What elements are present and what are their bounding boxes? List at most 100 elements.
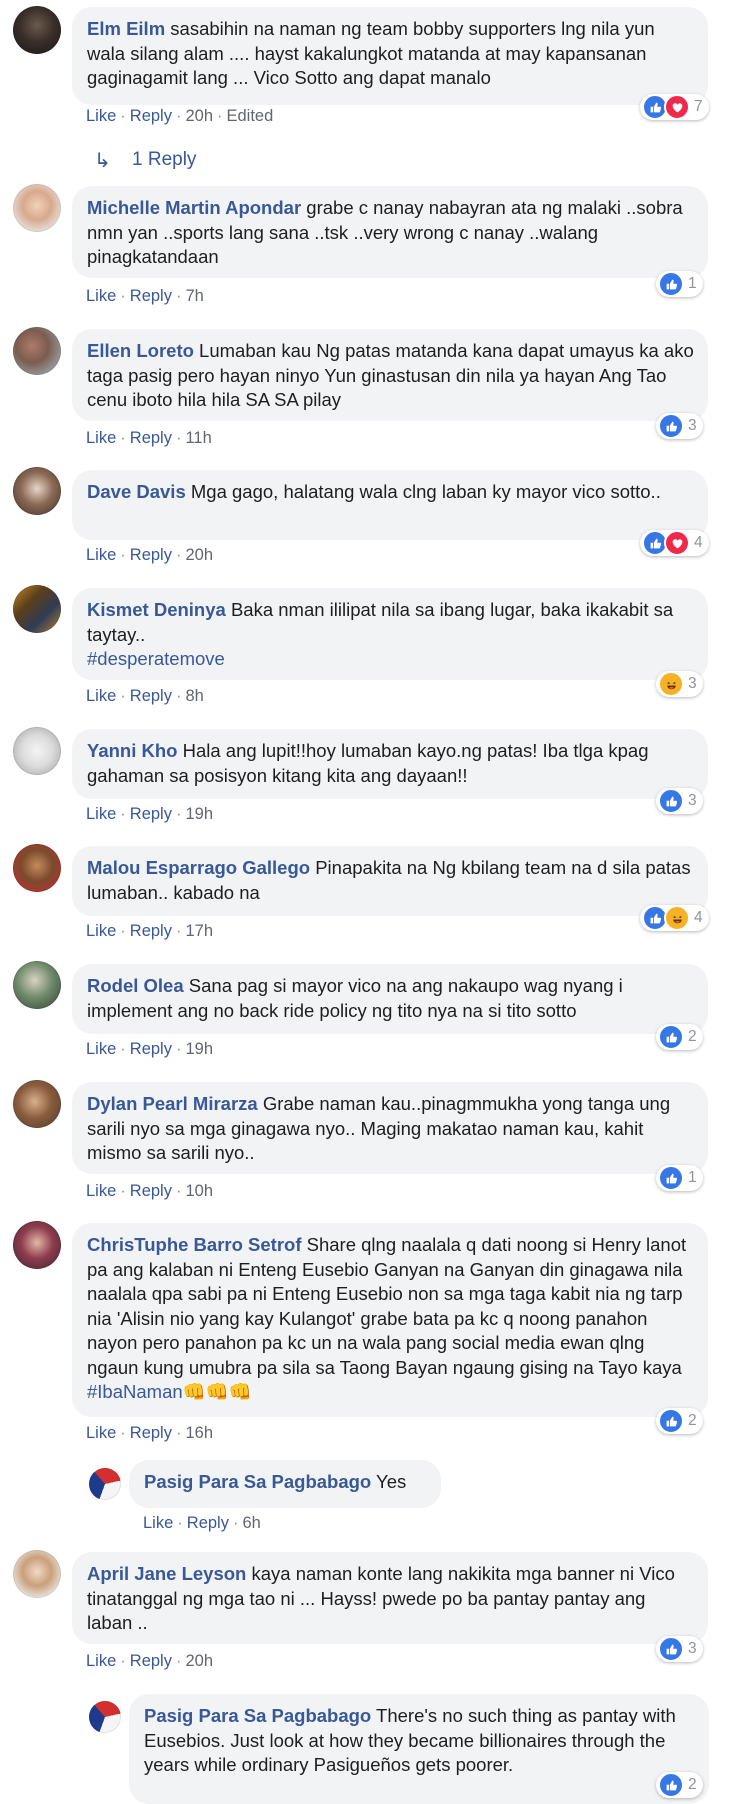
hashtag-link[interactable]: #desperatemove — [87, 648, 225, 669]
avatar[interactable] — [13, 844, 61, 892]
comment-author[interactable]: Ellen Loreto — [87, 340, 194, 361]
comment-author[interactable]: ChrisTuphe Barro Setrof — [87, 1234, 301, 1255]
reply-link[interactable]: Reply — [130, 1652, 172, 1670]
reply-link[interactable]: Reply — [130, 1040, 172, 1058]
comment-bubble: Rodel Olea Sana pag si mayor vico na ang… — [72, 964, 708, 1034]
reply-link[interactable]: Reply — [130, 1424, 172, 1442]
avatar[interactable] — [89, 1701, 121, 1733]
comment-actions: Like · Reply · 19h — [86, 1040, 213, 1058]
reply-link[interactable]: Reply — [187, 1514, 229, 1532]
avatar[interactable] — [13, 1221, 61, 1269]
avatar[interactable] — [13, 585, 61, 633]
reaction-summary[interactable]: 2 — [656, 1408, 703, 1434]
comment-author[interactable]: Kismet Deninya — [87, 599, 226, 620]
comment-actions: Like · Reply · 17h — [86, 922, 213, 940]
comment-author[interactable]: April Jane Leyson — [87, 1563, 246, 1584]
like-link[interactable]: Like — [86, 107, 116, 125]
timestamp[interactable]: 10h — [185, 1182, 213, 1200]
reaction-count: 7 — [694, 98, 703, 115]
reaction-summary[interactable]: 7 — [640, 94, 709, 120]
reply-link[interactable]: Reply — [130, 429, 172, 447]
timestamp[interactable]: 20h — [185, 1652, 213, 1670]
like-link[interactable]: Like — [86, 1652, 116, 1670]
timestamp[interactable]: 7h — [185, 287, 203, 305]
like-link[interactable]: Like — [86, 805, 116, 823]
reaction-summary[interactable]: 1 — [656, 1165, 703, 1191]
reply-bubble: Pasig Para Sa Pagbabago Yes — [129, 1460, 441, 1508]
timestamp[interactable]: 8h — [185, 687, 203, 705]
reply-link[interactable]: Reply — [130, 687, 172, 705]
comment-author[interactable]: Rodel Olea — [87, 975, 184, 996]
like-reaction-icon — [658, 1024, 684, 1050]
reaction-count: 3 — [688, 792, 697, 809]
like-link[interactable]: Like — [86, 546, 116, 564]
timestamp[interactable]: 20h — [185, 107, 213, 125]
reply-author[interactable]: Pasig Para Sa Pagbabago — [144, 1471, 371, 1492]
avatar[interactable] — [13, 961, 61, 1009]
reaction-summary[interactable]: 3 — [656, 1636, 703, 1662]
avatar[interactable] — [13, 727, 61, 775]
reply-author[interactable]: Pasig Para Sa Pagbabago — [144, 1705, 371, 1726]
reaction-summary[interactable]: 3 — [656, 788, 703, 814]
timestamp[interactable]: 17h — [185, 922, 213, 940]
comment-text: Mga gago, halatang wala clng laban ky ma… — [190, 481, 661, 502]
comment-actions: Like · Reply · 7h — [86, 287, 204, 305]
like-link[interactable]: Like — [86, 1424, 116, 1442]
timestamp[interactable]: 19h — [185, 1040, 213, 1058]
comment-text: Share qlng naalala q dati noong si Henry… — [87, 1234, 687, 1378]
reaction-summary[interactable]: 3 — [656, 671, 703, 697]
timestamp[interactable]: 16h — [185, 1424, 213, 1442]
comment-bubble: ChrisTuphe Barro Setrof Share qlng naala… — [72, 1223, 708, 1417]
like-link[interactable]: Like — [143, 1514, 173, 1532]
like-link[interactable]: Like — [86, 922, 116, 940]
comment-author[interactable]: Dylan Pearl Mirarza — [87, 1093, 258, 1114]
like-link[interactable]: Like — [86, 429, 116, 447]
reaction-summary[interactable]: 2 — [656, 1772, 703, 1798]
view-replies-link[interactable]: 1 Reply — [132, 149, 196, 171]
reply-link[interactable]: Reply — [130, 922, 172, 940]
like-reaction-icon — [658, 1165, 684, 1191]
timestamp[interactable]: 20h — [185, 546, 213, 564]
avatar[interactable] — [13, 1080, 61, 1128]
comment-bubble: Yanni Kho Hala ang lupit!!hoy lumaban ka… — [72, 729, 708, 799]
like-link[interactable]: Like — [86, 1182, 116, 1200]
avatar[interactable] — [13, 184, 61, 232]
reply-link[interactable]: Reply — [130, 287, 172, 305]
reply-link[interactable]: Reply — [130, 1182, 172, 1200]
reply-link[interactable]: Reply — [130, 107, 172, 125]
love-reaction-icon — [664, 94, 690, 120]
like-reaction-icon — [658, 271, 684, 297]
timestamp[interactable]: 19h — [185, 805, 213, 823]
reply-link[interactable]: Reply — [130, 546, 172, 564]
avatar[interactable] — [13, 467, 61, 515]
timestamp[interactable]: 6h — [242, 1514, 260, 1532]
comment-author[interactable]: Dave Davis — [87, 481, 186, 502]
like-link[interactable]: Like — [86, 1040, 116, 1058]
haha-reaction-icon — [658, 671, 684, 697]
comment-bubble: Ellen Loreto Lumaban kau Ng patas matand… — [72, 329, 708, 421]
reaction-summary[interactable]: 1 — [656, 271, 703, 297]
love-reaction-icon — [664, 530, 690, 556]
reaction-summary[interactable]: 3 — [656, 413, 703, 439]
reaction-summary[interactable]: 4 — [640, 905, 709, 931]
reaction-summary[interactable]: 2 — [656, 1024, 703, 1050]
avatar[interactable] — [13, 6, 61, 54]
like-link[interactable]: Like — [86, 687, 116, 705]
comment-author[interactable]: Yanni Kho — [87, 740, 177, 761]
comment-author[interactable]: Elm Eilm — [87, 18, 165, 39]
reply-bubble: Pasig Para Sa Pagbabago There's no such … — [129, 1694, 709, 1804]
reply-link[interactable]: Reply — [130, 805, 172, 823]
hashtag-link[interactable]: #IbaNaman — [87, 1381, 183, 1402]
avatar[interactable] — [13, 327, 61, 375]
timestamp[interactable]: 11h — [185, 429, 211, 447]
comment-author[interactable]: Michelle Martin Apondar — [87, 197, 301, 218]
like-link[interactable]: Like — [86, 287, 116, 305]
comment-author[interactable]: Malou Esparrago Gallego — [87, 857, 310, 878]
avatar[interactable] — [89, 1468, 121, 1500]
fist-emoji: 👊👊👊 — [182, 1381, 252, 1402]
haha-reaction-icon — [664, 905, 690, 931]
reaction-summary[interactable]: 4 — [640, 530, 709, 556]
edited-label[interactable]: Edited — [227, 107, 274, 125]
comment-actions: Like · Reply · 8h — [86, 687, 204, 705]
avatar[interactable] — [13, 1550, 61, 1598]
